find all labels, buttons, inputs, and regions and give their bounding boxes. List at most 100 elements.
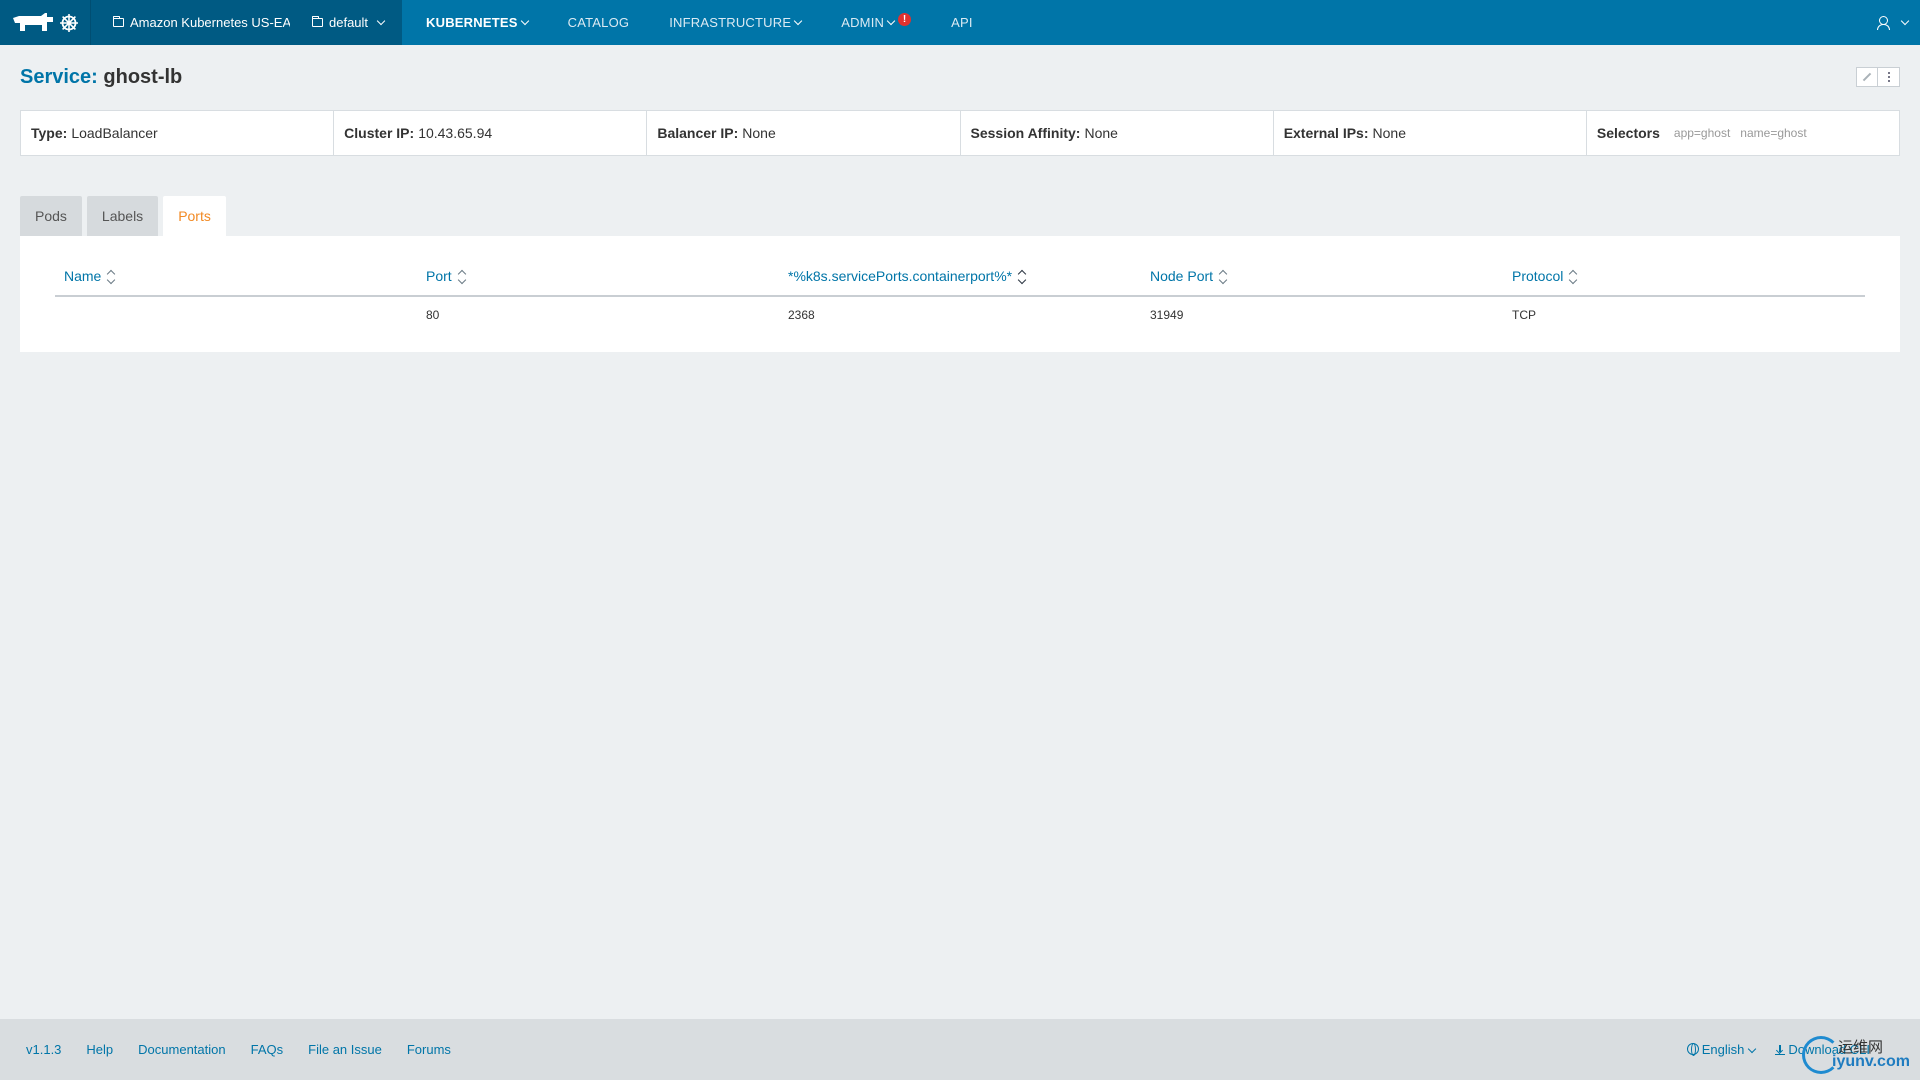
info-external-ips: External IPs: None [1272,111,1586,155]
info-cluster-ip-value: 10.43.65.94 [418,125,493,141]
watermark-logo: 运维网 iyunv.com [1802,1034,1912,1074]
user-menu[interactable] [1876,0,1910,45]
info-external-ips-value: None [1372,125,1406,141]
environment-dropdown[interactable]: Amazon Kubernetes US-EAST [91,15,290,30]
info-session-affinity: Session Affinity: None [959,111,1273,155]
info-type-label: Type: [31,125,68,141]
footer-link-faqs[interactable]: FAQs [251,1042,284,1057]
environment-name: Amazon Kubernetes US-EAST [130,15,290,30]
nav-admin[interactable]: ADMIN ! [821,0,931,45]
service-info-bar: Type: LoadBalancer Cluster IP: 10.43.65.… [20,110,1900,156]
nav-kubernetes[interactable]: KUBERNETES [402,0,548,45]
info-balancer-ip-value: None [742,125,776,141]
footer-version[interactable]: v1.1.3 [26,1042,61,1057]
kubernetes-wheel-icon [60,13,78,32]
tab-labels[interactable]: Labels [86,196,159,236]
environment-icon [113,16,124,27]
column-header-protocol[interactable]: Protocol [1503,256,1865,297]
rancher-logo[interactable] [0,0,90,45]
sort-icon [1219,271,1227,283]
alert-icon: ! [898,13,912,26]
column-header-label: Port [426,267,452,284]
download-icon [1775,1045,1786,1055]
chevron-down-icon [886,16,896,25]
info-type-value: LoadBalancer [71,125,158,141]
nav-admin-label: ADMIN [841,15,885,30]
column-header-container-port[interactable]: *%k8s.servicePorts.containerport%* [779,256,1141,297]
language-label: English [1701,1042,1745,1057]
chevron-down-icon [793,16,803,25]
column-header-node-port[interactable]: Node Port [1141,256,1503,297]
page-title: Service: ghost-lb [20,66,182,89]
info-selectors-label: Selectors [1596,125,1660,141]
footer-link-help[interactable]: Help [86,1042,113,1057]
footer-link-file-issue[interactable]: File an Issue [308,1042,382,1057]
footer: v1.1.3 Help Documentation FAQs File an I… [0,1019,1920,1080]
edit-button[interactable] [1856,67,1878,87]
table-header-row: Name Port *%k8s.servicePorts.containerpo… [55,256,1865,297]
stack-dropdown[interactable]: default [290,15,386,30]
column-header-label: *%k8s.servicePorts.containerport%* [788,267,1013,284]
cell-name [55,296,417,333]
footer-links: v1.1.3 Help Documentation FAQs File an I… [0,1042,451,1057]
nav-infrastructure-label: INFRASTRUCTURE [669,15,792,30]
sort-icon [458,271,466,283]
column-header-port[interactable]: Port [417,256,779,297]
rancher-cow-icon [13,12,53,31]
globe-icon [1686,1043,1699,1056]
more-actions-button[interactable] [1878,67,1900,87]
header-actions [1856,67,1900,87]
nav-catalog[interactable]: CATALOG [548,0,650,45]
cell-container-port: 2368 [788,308,815,322]
main-menu: KUBERNETES CATALOG INFRASTRUCTURE ADMIN … [402,0,993,45]
chevron-down-icon [520,16,529,25]
page-title-value: ghost-lb [103,66,183,88]
info-balancer-ip: Balancer IP: None [646,111,959,155]
info-type: Type: LoadBalancer [21,111,333,155]
ports-panel: Name Port *%k8s.servicePorts.containerpo… [20,236,1900,352]
sort-icon [1569,271,1577,283]
info-selectors: Selectors app=ghost name=ghost [1585,111,1899,155]
footer-link-documentation[interactable]: Documentation [138,1042,225,1057]
tab-pods[interactable]: Pods [20,196,82,236]
info-external-ips-label: External IPs: [1283,125,1369,141]
info-cluster-ip-label: Cluster IP: [344,125,415,141]
user-icon [1876,15,1890,30]
stack-icon [312,16,323,27]
chevron-down-icon [1748,1044,1757,1054]
cell-protocol: TCP [1512,308,1536,322]
column-header-label: Protocol [1512,267,1564,284]
cell-port: 80 [426,308,440,322]
nav-infrastructure[interactable]: INFRASTRUCTURE [649,0,821,45]
page-title-label: Service: [20,66,98,88]
nav-api[interactable]: API [931,0,993,45]
tab-ports[interactable]: Ports [163,196,226,236]
watermark-en: iyunv.com [1832,1053,1910,1070]
kebab-menu-icon [1887,76,1890,78]
column-header-label: Name [64,267,102,284]
info-session-affinity-value: None [1084,125,1118,141]
info-balancer-ip-label: Balancer IP: [657,125,739,141]
chevron-down-icon [376,16,386,25]
column-header-label: Node Port [1150,267,1214,284]
table-row: 80 2368 31949 TCP [55,296,1865,333]
nav-kubernetes-label: KUBERNETES [426,15,518,30]
sort-icon [107,271,115,283]
nav-catalog-label: CATALOG [567,15,630,30]
nav-api-label: API [951,15,973,30]
language-selector[interactable]: English [1686,1042,1757,1057]
environment-switcher: Amazon Kubernetes US-EAST default [90,0,403,45]
detail-tabs: Pods Labels Ports [20,196,226,236]
footer-link-forums[interactable]: Forums [407,1042,451,1057]
chevron-down-icon [1900,16,1910,25]
column-header-name[interactable]: Name [55,256,417,297]
ports-table: Name Port *%k8s.servicePorts.containerpo… [55,256,1865,333]
pencil-icon [1862,72,1872,82]
selector-tag: app=ghost [1673,126,1731,140]
sort-icon [1018,271,1026,283]
cell-node-port: 31949 [1150,308,1184,322]
selector-tag: name=ghost [1740,126,1807,140]
info-cluster-ip: Cluster IP: 10.43.65.94 [333,111,646,155]
info-session-affinity-label: Session Affinity: [970,125,1081,141]
top-nav: Amazon Kubernetes US-EAST default KUBERN… [0,0,1920,45]
